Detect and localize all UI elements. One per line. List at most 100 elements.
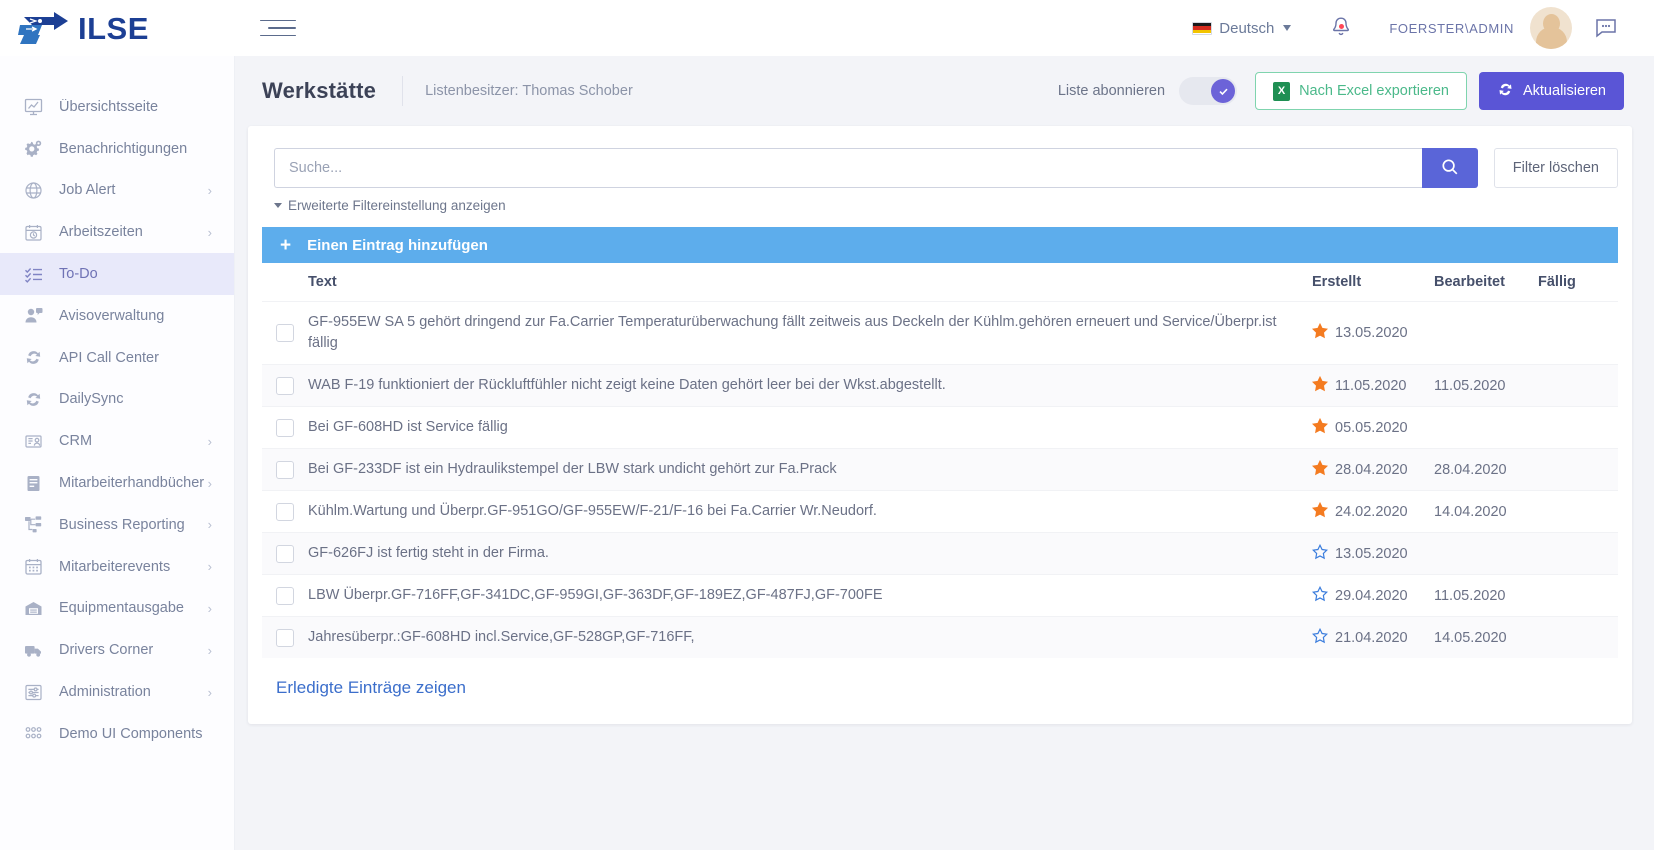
sidebar-item-arbeitszeiten[interactable]: Arbeitszeiten › [0, 211, 234, 253]
german-flag-icon [1192, 21, 1213, 35]
todo-table-body: GF-955EW SA 5 gehört dringend zur Fa.Car… [262, 300, 1618, 659]
show-completed-link[interactable]: Erledigte Einträge zeigen [276, 678, 466, 698]
sidebar-item-drivers-corner[interactable]: Drivers Corner › [0, 629, 234, 671]
row-checkbox[interactable] [276, 376, 294, 395]
star-filled-icon[interactable] [1311, 375, 1329, 396]
sidebar-item-label: Benachrichtigungen [59, 140, 188, 157]
page-title: Werkstätte [262, 78, 377, 103]
advanced-filter-toggle[interactable]: Erweiterte Filtereinstellung anzeigen [274, 198, 1618, 213]
sidebar-item-api-call-center[interactable]: API Call Center [0, 337, 234, 379]
sidebar-item-mitarbeiterhandbucher[interactable]: Mitarbeiterhandbücher › [0, 462, 234, 504]
row-text[interactable]: WAB F-19 funktioniert der Rückluftfühler… [308, 364, 1312, 407]
star-outline-icon[interactable] [1311, 627, 1329, 648]
row-created-date: 24.02.2020 [1311, 490, 1434, 533]
sidebar-item-benachrichtigungen[interactable]: Benachrichtigungen [0, 128, 234, 170]
sidebar-item-label: DailySync [59, 391, 124, 408]
row-checkbox[interactable] [276, 628, 294, 647]
brand-logo[interactable]: ILSE [0, 0, 234, 56]
chat-bubble-icon[interactable] [1572, 17, 1632, 39]
row-checkbox[interactable] [276, 324, 294, 343]
row-checkbox-cell [262, 364, 308, 407]
row-created-date: 28.04.2020 [1311, 448, 1434, 491]
language-selector[interactable]: Deutsch [1174, 20, 1309, 37]
star-filled-icon[interactable] [1311, 459, 1329, 480]
chevron-right-icon: › [207, 224, 212, 240]
subscribe-label: Liste abonnieren [1057, 83, 1166, 99]
chevron-down-icon [1283, 25, 1292, 31]
row-text[interactable]: Jahresüberpr.:GF-608HD incl.Service,GF-5… [308, 616, 1312, 659]
sidebar-item-demo-ui-components[interactable]: Demo UI Components [0, 713, 234, 755]
search-button[interactable] [1421, 148, 1478, 188]
row-checkbox[interactable] [276, 418, 294, 437]
table-row[interactable]: GF-955EW SA 5 gehört dringend zur Fa.Car… [262, 300, 1618, 365]
star-filled-icon[interactable] [1311, 322, 1329, 343]
calendar-icon [20, 557, 46, 576]
sidebar-item-label: Business Reporting [59, 516, 185, 533]
refresh-button[interactable]: Aktualisieren [1478, 72, 1624, 110]
chevron-right-icon: › [207, 433, 212, 449]
star-filled-icon[interactable] [1311, 501, 1329, 522]
row-text[interactable]: LBW Überpr.GF-716FF,GF-341DC,GF-959GI,GF… [308, 574, 1312, 617]
row-checkbox[interactable] [276, 502, 294, 521]
row-checkbox[interactable] [276, 460, 294, 479]
row-text[interactable]: GF-626FJ ist fertig steht in der Firma. [308, 532, 1312, 575]
table-row[interactable]: WAB F-19 funktioniert der Rückluftfühler… [262, 364, 1618, 407]
table-row[interactable]: Jahresüberpr.:GF-608HD incl.Service,GF-5… [262, 616, 1618, 659]
row-checkbox-cell [262, 448, 308, 491]
export-excel-button[interactable]: X Nach Excel exportieren [1255, 72, 1467, 110]
column-header-erstellt[interactable]: Erstellt [1312, 263, 1434, 302]
user-name-label[interactable]: FOERSTER\ADMIN [1373, 21, 1530, 36]
sidebar-item-label: Avisoverwaltung [59, 307, 165, 324]
sidebar-item-business-reporting[interactable]: Business Reporting › [0, 504, 234, 546]
search-input[interactable] [274, 148, 1422, 188]
sidebar-item-ubersichtsseite[interactable]: Übersichtsseite [0, 86, 234, 128]
table-row[interactable]: Bei GF-233DF ist ein Hydraulikstempel de… [262, 448, 1618, 491]
notifications-button[interactable] [1309, 15, 1373, 42]
sync-icon [20, 390, 46, 409]
subscribe-toggle[interactable] [1179, 77, 1238, 105]
row-checkbox-cell [262, 490, 308, 533]
row-edited-date: 11.05.2020 [1434, 574, 1538, 617]
row-text[interactable]: Kühlm.Wartung und Überpr.GF-951GO/GF-955… [308, 490, 1312, 533]
page-header: Werkstätte Listenbesitzer: Thomas Schobe… [234, 56, 1654, 126]
sidebar-item-mitarbeiterevents[interactable]: Mitarbeiterevents › [0, 546, 234, 588]
star-outline-icon[interactable] [1311, 543, 1329, 564]
table-row[interactable]: Kühlm.Wartung und Überpr.GF-951GO/GF-955… [262, 490, 1618, 533]
row-text[interactable]: GF-955EW SA 5 gehört dringend zur Fa.Car… [308, 300, 1312, 365]
hamburger-icon[interactable] [260, 13, 298, 43]
todo-table-head: Text Erstellt Bearbeitet Fällig [262, 263, 1618, 302]
row-created-date: 05.05.2020 [1311, 406, 1434, 449]
row-checkbox[interactable] [276, 586, 294, 605]
sidebar-item-dailysync[interactable]: DailySync [0, 379, 234, 421]
sidebar-item-to-do[interactable]: To-Do [0, 253, 234, 295]
star-outline-icon[interactable] [1311, 585, 1329, 606]
avatar[interactable] [1530, 7, 1572, 49]
star-filled-icon[interactable] [1311, 417, 1329, 438]
dots-grid-icon [20, 724, 46, 743]
column-header-faellig[interactable]: Fällig [1538, 263, 1618, 302]
list-owner-label: Listenbesitzer: Thomas Schober [425, 83, 633, 99]
sidebar-item-equipmentausgabe[interactable]: Equipmentausgabe › [0, 588, 234, 630]
add-entry-button[interactable]: + Einen Eintrag hinzufügen [262, 227, 1618, 263]
table-row[interactable]: LBW Überpr.GF-716FF,GF-341DC,GF-959GI,GF… [262, 574, 1618, 617]
truck-icon [20, 641, 46, 660]
row-text[interactable]: Bei GF-608HD ist Service fällig [308, 406, 1312, 449]
notification-badge-dot [1339, 23, 1345, 29]
add-entry-label: Einen Eintrag hinzufügen [307, 236, 488, 254]
sidebar-item-label: Administration [59, 684, 151, 701]
crm-icon [20, 432, 46, 451]
column-header-text[interactable]: Text [308, 263, 1312, 302]
table-row[interactable]: Bei GF-608HD ist Service fällig 05.05.202… [262, 406, 1618, 449]
row-checkbox[interactable] [276, 544, 294, 563]
table-header-row: Text Erstellt Bearbeitet Fällig [262, 263, 1618, 302]
sidebar-item-crm[interactable]: CRM › [0, 420, 234, 462]
sidebar-item-administration[interactable]: Administration › [0, 671, 234, 713]
main-content: Werkstätte Listenbesitzer: Thomas Schobe… [234, 56, 1654, 850]
clear-filter-button[interactable]: Filter löschen [1493, 148, 1618, 188]
row-text[interactable]: Bei GF-233DF ist ein Hydraulikstempel de… [308, 448, 1312, 491]
sidebar-item-avisoverwaltung[interactable]: Avisoverwaltung [0, 295, 234, 337]
table-row[interactable]: GF-626FJ ist fertig steht in der Firma. 1… [262, 532, 1618, 575]
column-header-bearbeitet[interactable]: Bearbeitet [1434, 263, 1538, 302]
sidebar-item-job-alert[interactable]: Job Alert › [0, 170, 234, 212]
sync-icon [20, 348, 46, 367]
